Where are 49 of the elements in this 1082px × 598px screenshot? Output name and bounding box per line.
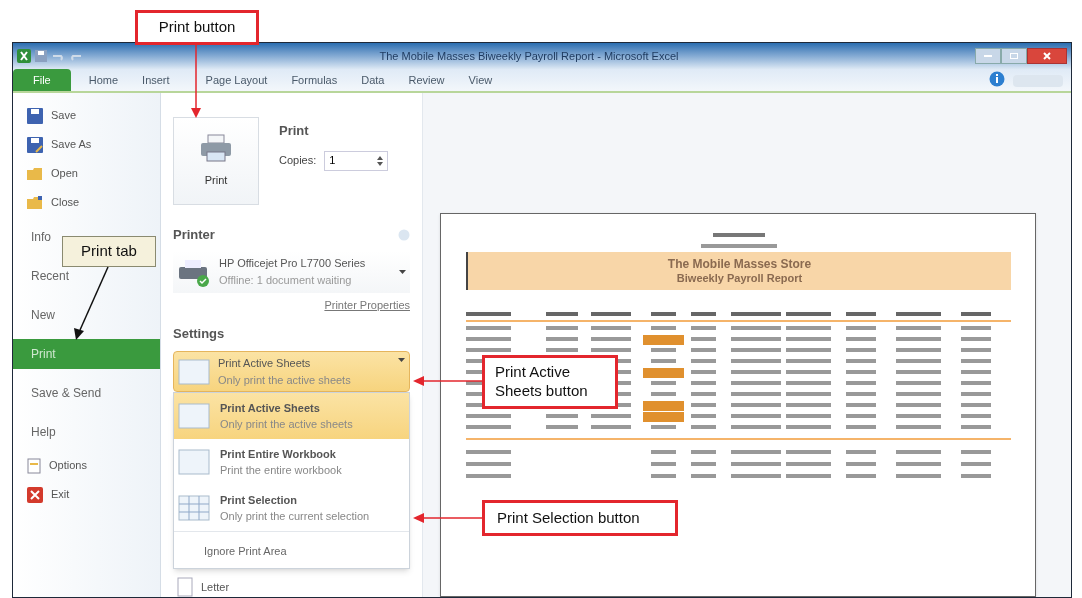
callout-box: Print tab [62,236,156,267]
command-label: Exit [51,487,70,503]
dropdown-subtitle: Only print the active sheets [218,372,352,388]
print-what-dropdown[interactable]: Print Active Sheets Only print the active sheets [173,351,410,392]
printer-properties-link[interactable]: Printer Properties [324,297,410,314]
printer-name: HP Officejet Pro L7700 Series [219,256,367,272]
command-label: Save As [51,137,92,153]
print-button[interactable]: Print [173,117,259,205]
backstage-command[interactable]: Open [13,159,160,188]
backstage-tab[interactable]: Help [31,424,56,439]
dropdown-title: Print Active Sheets [218,356,312,372]
ribbon-tab[interactable]: Data [349,69,397,91]
command-label: Close [51,195,80,211]
backstage-command[interactable]: Options [13,451,160,480]
report-subtitle: Biweekly Payroll Report [676,271,803,286]
backstage-command[interactable]: Exit [13,480,160,509]
printer-status: Offline: 1 document waiting [219,272,353,288]
backstage-command[interactable]: Save [13,101,160,130]
ribbon-tab[interactable]: File [13,69,71,91]
ribbon-tab[interactable]: Insert [130,69,182,91]
callout-box: Print Active Sheets button [482,355,618,409]
copies-label: Copies: [279,153,317,169]
settings-heading: Settings [173,324,226,343]
backstage-tab[interactable]: Recent [31,268,70,283]
window-title: The Mobile Masses Biweekly Payroll Report - Microsoft Excel [379,48,679,64]
ribbon-tab[interactable]: Formulas [279,69,350,91]
copies-spinbox[interactable]: 1 [324,150,389,171]
ribbon-tab[interactable]: Page Layout [181,69,280,91]
report-title: The Mobile Masses Store [667,256,812,272]
menu-item[interactable]: Print Selection Only print the current selection [174,485,409,531]
menu-item[interactable]: Print Entire Workbook Print the entire workbook [174,439,409,485]
backstage-tab[interactable]: Save & Send [31,385,102,400]
callout-box: Print Selection button [482,500,678,536]
command-label: Save [51,108,77,124]
ribbon-tab[interactable]: Home [76,69,131,91]
ribbon-tab[interactable]: View [456,69,505,91]
backstage-command[interactable]: Close [13,188,160,217]
command-label: Options [49,458,87,474]
backstage-tab[interactable]: New [31,307,55,322]
menu-item[interactable]: Ignore Print Area [204,545,287,557]
callout-box: Print button [135,10,259,45]
print-heading: Print [279,122,310,140]
printer-heading: Printer [173,226,215,244]
backstage-command[interactable]: Save As [13,130,160,159]
menu-item[interactable]: Print Active Sheets Only print the active sheets [174,393,409,439]
paper-size-label[interactable]: Letter [201,578,230,596]
command-label: Open [51,166,78,182]
backstage-tab[interactable]: Info [31,229,51,244]
ribbon-tab[interactable]: Review [396,69,457,91]
